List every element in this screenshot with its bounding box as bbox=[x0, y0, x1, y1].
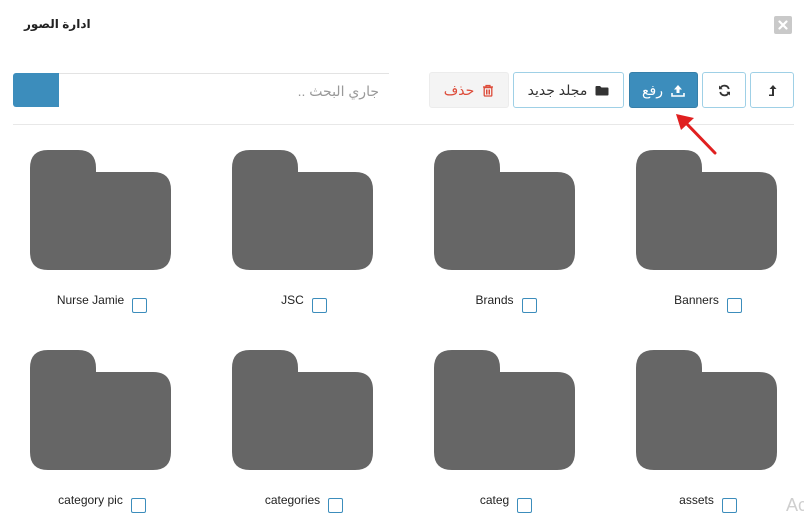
folder-name: Banners bbox=[674, 293, 719, 307]
folder-name: category pic bbox=[58, 493, 123, 507]
folder-item[interactable]: JSC bbox=[214, 150, 394, 320]
folder-item[interactable]: category pic bbox=[12, 350, 192, 520]
folder-icon bbox=[232, 150, 373, 270]
folder-select-checkbox[interactable] bbox=[721, 497, 737, 513]
folder-icon bbox=[434, 350, 575, 470]
search-input[interactable] bbox=[59, 73, 389, 107]
folder-label-row: Banners bbox=[618, 291, 798, 315]
close-icon bbox=[778, 20, 788, 30]
folder-select-checkbox[interactable] bbox=[328, 497, 344, 513]
folder-select-checkbox[interactable] bbox=[132, 297, 148, 313]
refresh-button[interactable] bbox=[702, 72, 746, 108]
folder-item[interactable]: categ bbox=[416, 350, 596, 520]
modal-title: ادارة الصور bbox=[24, 17, 91, 31]
folder-icon bbox=[30, 150, 171, 270]
parent-directory-button[interactable] bbox=[750, 72, 794, 108]
folder-name: Nurse Jamie bbox=[56, 293, 125, 307]
upload-label: رفع bbox=[642, 81, 663, 98]
folder-icon bbox=[636, 150, 777, 270]
folder-select-checkbox[interactable] bbox=[130, 497, 146, 513]
folder-label-row: categ bbox=[416, 491, 596, 515]
search-go-button[interactable] bbox=[13, 73, 59, 107]
folder-select-checkbox[interactable] bbox=[311, 297, 327, 313]
folder-select-checkbox[interactable] bbox=[517, 497, 533, 513]
new-folder-label: مجلد جديد bbox=[527, 81, 588, 98]
folder-item[interactable]: assets bbox=[618, 350, 798, 520]
folder-label-row: Nurse Jamie bbox=[12, 291, 192, 315]
level-up-icon bbox=[769, 84, 777, 96]
folder-label-row: category pic bbox=[12, 491, 192, 515]
folder-icon bbox=[636, 350, 777, 470]
refresh-icon bbox=[718, 84, 730, 96]
new-folder-button[interactable]: مجلد جديد bbox=[513, 72, 624, 108]
folder-label-row: assets bbox=[618, 491, 798, 515]
folder-name: assets bbox=[679, 493, 714, 507]
folder-item[interactable]: Nurse Jamie bbox=[12, 150, 192, 320]
trash-icon bbox=[483, 84, 494, 97]
folder-icon bbox=[232, 350, 373, 470]
folder-icon bbox=[595, 85, 609, 95]
folder-label-row: categories bbox=[214, 491, 394, 515]
folder-name: categ bbox=[479, 493, 510, 507]
folder-icon bbox=[30, 350, 171, 470]
folder-item[interactable]: categories bbox=[214, 350, 394, 520]
folder-icon bbox=[434, 150, 575, 270]
folder-label-row: JSC bbox=[214, 291, 394, 315]
folder-name: JSC bbox=[281, 293, 304, 307]
close-button[interactable] bbox=[774, 16, 792, 34]
folder-item[interactable]: Brands bbox=[416, 150, 596, 320]
upload-icon bbox=[671, 84, 685, 97]
folder-name: categories bbox=[264, 493, 321, 507]
delete-label: حذف bbox=[443, 81, 475, 98]
folder-name: Brands bbox=[475, 293, 514, 307]
folder-select-checkbox[interactable] bbox=[521, 297, 537, 313]
upload-button[interactable]: رفع bbox=[629, 72, 698, 108]
folder-item[interactable]: Banners bbox=[618, 150, 798, 320]
delete-button[interactable]: حذف bbox=[429, 72, 509, 108]
folder-select-checkbox[interactable] bbox=[726, 297, 742, 313]
activate-watermark: Ac bbox=[786, 495, 804, 515]
folder-label-row: Brands bbox=[416, 291, 596, 315]
